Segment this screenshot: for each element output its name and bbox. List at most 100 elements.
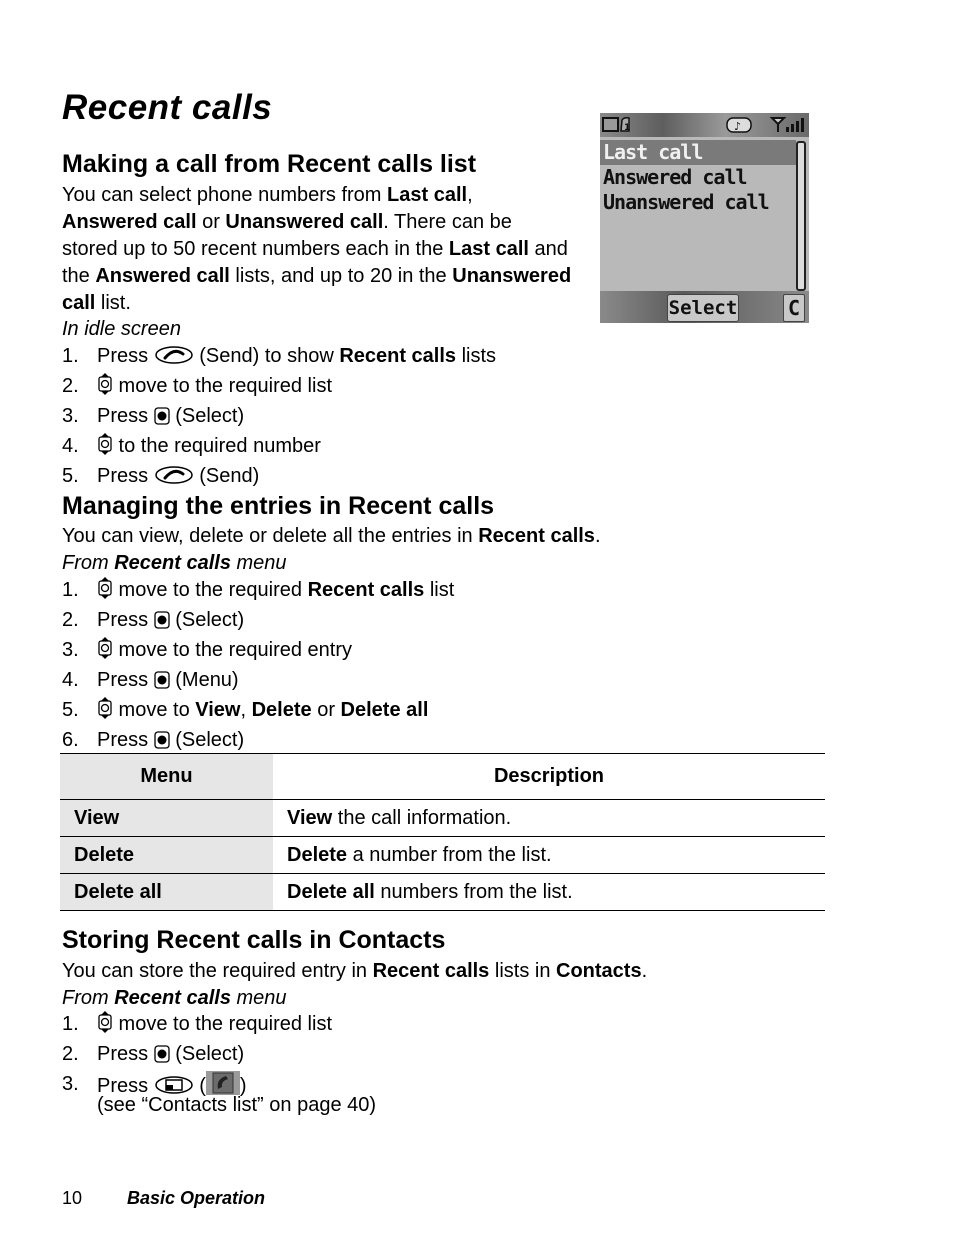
section3-note: (see “Contacts list” on page 40) (97, 1094, 377, 1116)
status-icons: 1 ♪ (602, 117, 804, 133)
text-run: Press (97, 609, 154, 631)
text-run: move to (113, 699, 196, 721)
bold-term: Recent calls (114, 552, 231, 574)
text-run: lists, and up to 20 in the (229, 265, 453, 287)
section1-context: In idle screen (62, 318, 181, 340)
text-run: You can select phone numbers from (62, 184, 388, 206)
text-run: . (594, 525, 601, 547)
phone-menu-item-unanswered-call[interactable]: Unanswered call (600, 190, 796, 215)
step-item: 1. move to the required Recent calls lis… (62, 577, 454, 607)
desc-bold: View (287, 806, 333, 829)
section-heading-storing-contacts: Storing Recent calls in Contacts (62, 926, 446, 954)
bold-term: View (195, 699, 241, 721)
text-run: move to the required entry (113, 639, 353, 661)
table-cell-menu: Delete all (60, 873, 273, 911)
section2-context: From Recent calls menu (62, 550, 287, 577)
desc-rest: a number from the list. (347, 843, 552, 866)
text-run: From (62, 552, 115, 574)
bold-term: Last call (448, 238, 529, 260)
text-run: lists in (489, 960, 556, 982)
step-item: 4. to the required number (62, 433, 496, 463)
phone-menu-list: Last call Answered call Unanswered call (600, 140, 796, 215)
select-key-icon (154, 1044, 170, 1071)
step-item: 2. move to the required list (62, 373, 496, 403)
table-header-row: Menu Description (60, 753, 825, 800)
bold-term: Recent calls (478, 525, 595, 547)
send-key-icon (154, 465, 194, 493)
step-item: 4. Press (Menu) (62, 667, 454, 697)
step-item: 2. Press (Select) (62, 607, 454, 637)
text-run: to the required number (113, 435, 321, 457)
navigation-key-icon (97, 637, 113, 667)
text-run: (Menu) (169, 669, 239, 691)
table-row: View View the call information. (60, 799, 825, 837)
step-number: 5. (62, 465, 79, 487)
navigation-key-icon (97, 1011, 113, 1041)
ringer-icon: ♪ (726, 117, 752, 133)
phone-screenshot: 1 ♪ Last call Answered call Unanswered c… (600, 113, 809, 323)
table-cell-description: Delete all numbers from the list. (273, 873, 825, 911)
text-run: . (641, 960, 648, 982)
bold-term: Answered call (62, 211, 197, 233)
step-item: 3. Press (Select) (62, 403, 496, 433)
table-header-menu: Menu (60, 753, 273, 800)
text-run: Press (97, 669, 154, 691)
text-run: or (196, 211, 226, 233)
desc-rest: the call information. (332, 806, 512, 829)
desc-rest: numbers from the list. (374, 880, 573, 903)
step-number: 2. (62, 609, 79, 631)
step-number: 2. (62, 1043, 79, 1065)
phone-select-softkey[interactable]: Select (667, 294, 739, 322)
bold-term: Delete all (340, 699, 429, 721)
step-number: 5. (62, 699, 79, 721)
text-run: Press (97, 345, 154, 367)
svg-text:♪: ♪ (734, 120, 741, 133)
text-run: Press (97, 405, 154, 427)
section-heading-managing-entries: Managing the entries in Recent calls (62, 492, 495, 520)
step-item: 1. Press (Send) to show Recent calls list… (62, 343, 496, 373)
text-run: move to the required list (113, 1013, 332, 1035)
text-run: move to the required list (113, 375, 332, 397)
text-run: menu (230, 987, 287, 1009)
step-number: 4. (62, 435, 79, 457)
step-number: 4. (62, 669, 79, 691)
bold-term: Recent calls (339, 345, 457, 367)
step-item: 1. move to the required list (62, 1011, 332, 1041)
step-number: 3. (62, 405, 79, 427)
text-run: From (62, 987, 115, 1009)
phone-softkey-bar: Select C (600, 291, 809, 323)
desc-bold: Delete (287, 843, 348, 866)
step-number: 3. (62, 639, 79, 661)
text-run: (Select) (169, 729, 245, 751)
bold-term: Last call (387, 184, 468, 206)
table-header-description: Description (273, 753, 825, 800)
step-item: 2. Press (Select) (62, 1041, 332, 1071)
bold-term: Unanswered call (225, 211, 384, 233)
phone-menu-item-answered-call[interactable]: Answered call (600, 165, 796, 190)
phone-menu-item-last-call[interactable]: Last call (600, 140, 796, 165)
bold-term: Recent calls (114, 987, 231, 1009)
text-run: Press (97, 729, 154, 751)
section3-steps: 1. move to the required list 2. Press (Sel… (62, 1011, 332, 1103)
desc-bold: Delete all (287, 880, 375, 903)
text-run: (Select) (169, 609, 245, 631)
step-item: 5. Press (Send) (62, 463, 496, 493)
phone-clear-softkey[interactable]: C (783, 294, 805, 322)
section2-steps: 1. move to the required Recent calls lis… (62, 577, 454, 757)
step-number: 1. (62, 1013, 79, 1035)
bold-term: Recent calls (372, 960, 490, 982)
text-run: (Send) to show (193, 345, 340, 367)
phone-status-bar: 1 ♪ (600, 113, 809, 137)
table-row: Delete Delete a number from the list. (60, 836, 825, 874)
phone-scrollbar[interactable] (796, 141, 806, 291)
footer-section-name: Basic Operation (127, 1188, 266, 1208)
section1-steps: 1. Press (Send) to show Recent calls list… (62, 343, 496, 493)
step-number: 6. (62, 729, 79, 751)
text-run: Press (97, 1043, 154, 1065)
text-run: lists (456, 345, 497, 367)
step-number: 1. (62, 345, 79, 367)
select-key-icon (154, 610, 170, 637)
table-row: Delete all Delete all numbers from the l… (60, 873, 825, 911)
section2-intro: You can view, delete or delete all the e… (62, 523, 601, 550)
text-run: You can view, delete or delete all the e… (62, 525, 479, 547)
